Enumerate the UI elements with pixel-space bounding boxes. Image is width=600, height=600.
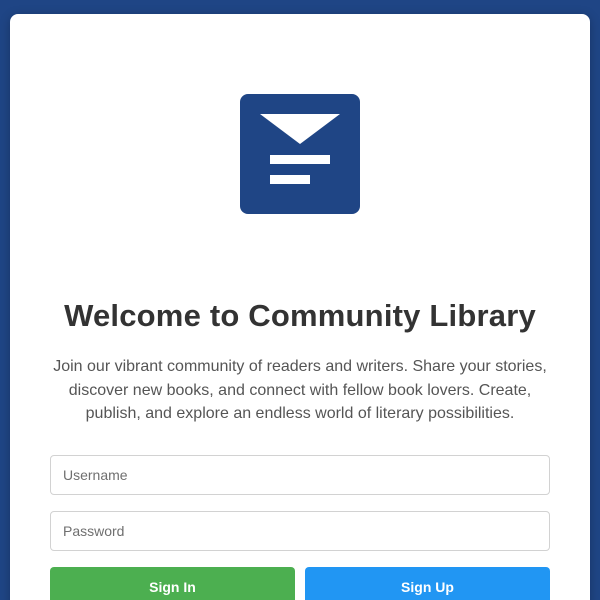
username-input[interactable] (50, 455, 550, 495)
page-title: Welcome to Community Library (64, 298, 536, 333)
login-card: Welcome to Community Library Join our vi… (10, 14, 590, 600)
password-input[interactable] (50, 511, 550, 551)
page-description: Join our vibrant community of readers an… (53, 358, 547, 422)
sign-up-button[interactable]: Sign Up (305, 567, 550, 600)
library-logo-icon (240, 94, 360, 214)
sign-in-button[interactable]: Sign In (50, 567, 295, 600)
